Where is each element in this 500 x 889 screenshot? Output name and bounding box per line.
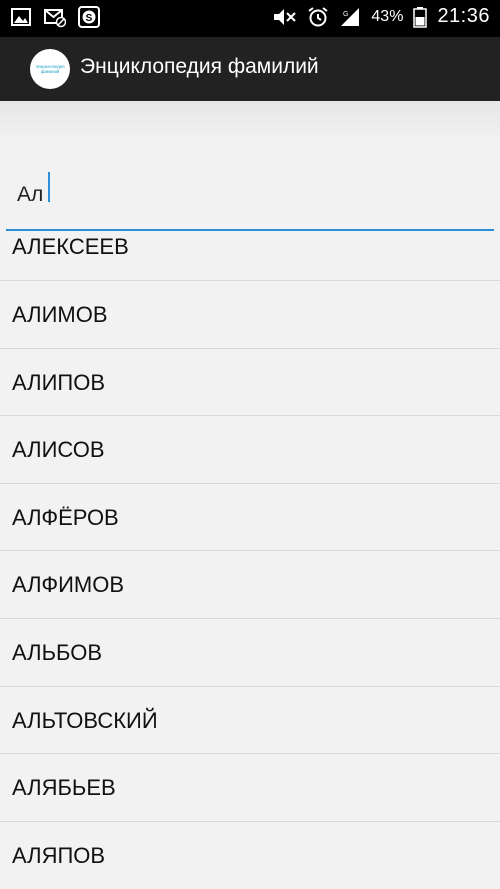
list-item[interactable]: АЛЬБОВ <box>0 619 500 687</box>
image-icon <box>11 8 31 26</box>
mail-off-icon <box>44 9 66 28</box>
list-item-label: АЛИСОВ <box>12 437 105 463</box>
status-bar: S G 43% 21:36 <box>0 0 500 37</box>
list-item-label: АЛЬТОВСКИЙ <box>12 707 158 733</box>
list-item-label: АЛЕКСЕЕВ <box>12 234 129 259</box>
list-item[interactable]: АЛИМОВ <box>0 281 500 349</box>
list-item[interactable]: АЛЯПОВ <box>0 822 500 889</box>
list-item[interactable]: АЛИПОВ <box>0 349 500 417</box>
list-item[interactable]: АЛФЁРОВ <box>0 484 500 552</box>
logo-text-line2: фамилий <box>40 69 60 74</box>
list-item[interactable]: АЛЕКСЕЕВ <box>0 230 500 281</box>
app-bar: Энциклопедия фамилий Энциклопедия фамили… <box>0 37 500 101</box>
list-item-label: АЛЬБОВ <box>12 639 103 665</box>
list-item-label: АЛЯБЬЕВ <box>12 775 116 801</box>
signal-icon: G <box>341 7 360 26</box>
list-item[interactable]: АЛИСОВ <box>0 416 500 484</box>
text-cursor <box>48 172 50 202</box>
s-app-icon: S <box>78 6 100 28</box>
list-item[interactable]: АЛЯБЬЕВ <box>0 754 500 822</box>
svg-text:G: G <box>343 11 348 18</box>
list-item[interactable]: АЛФИМОВ <box>0 551 500 619</box>
list-item[interactable]: АЛЬТОВСКИЙ <box>0 687 500 755</box>
list-item-label: АЛФЁРОВ <box>12 504 119 530</box>
clock: 21:36 <box>437 5 490 27</box>
list-item-label: АЛИМОВ <box>12 302 108 327</box>
app-logo[interactable]: Энциклопедия фамилий <box>30 49 70 89</box>
search-input[interactable] <box>6 161 494 231</box>
search-area <box>0 101 500 233</box>
battery-percent: 43% <box>371 7 404 25</box>
list-item-label: АЛИПОВ <box>12 369 106 395</box>
results-list: АЛЕКСЕЕВ АЛИМОВ АЛИПОВ АЛИСОВ АЛФЁРОВ АЛ… <box>0 230 500 889</box>
mute-icon <box>274 8 297 25</box>
list-item-label: АЛЯПОВ <box>12 842 106 868</box>
app-title: Энциклопедия фамилий <box>80 55 319 78</box>
svg-text:S: S <box>86 13 93 24</box>
alarm-icon <box>308 6 329 26</box>
list-item-label: АЛФИМОВ <box>12 572 124 598</box>
battery-icon <box>413 6 428 28</box>
